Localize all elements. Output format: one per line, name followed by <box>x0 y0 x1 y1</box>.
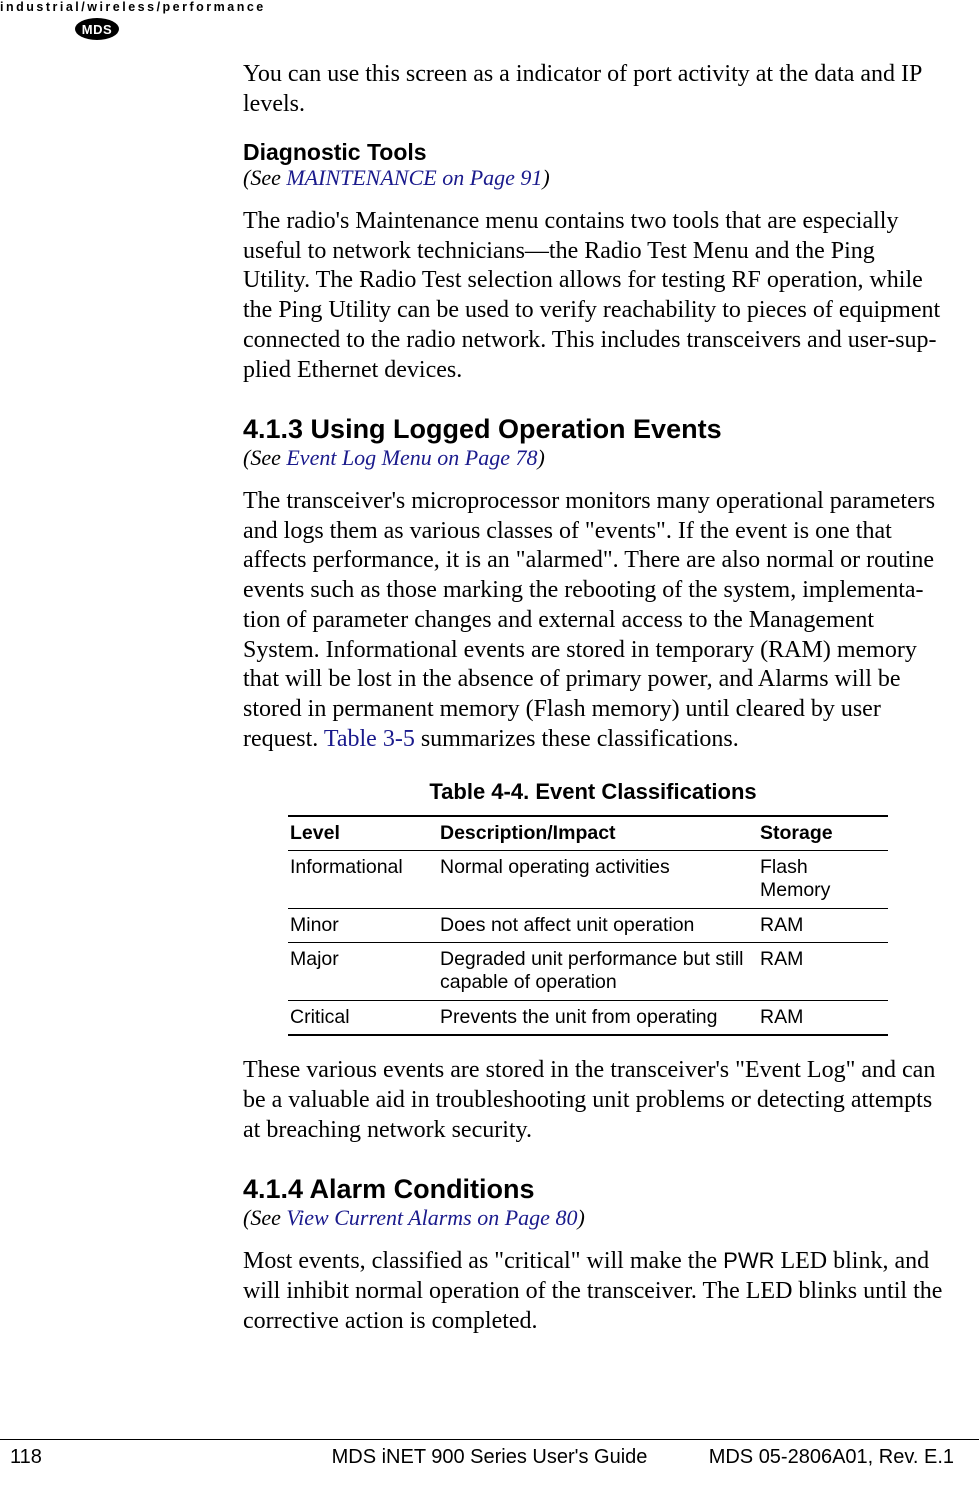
footer-title: MDS iNET 900 Series User's Guide <box>0 1446 979 1469</box>
page: industrial/wireless/performance MDS You … <box>0 0 979 1503</box>
view-current-alarms-link[interactable]: View Current Alarms on Page 80 <box>286 1205 577 1230</box>
cell-storage: Flash Memory <box>758 850 888 908</box>
body-part1: The transceiver's microprocessor monitor… <box>243 488 935 752</box>
header-tagline: industrial/wireless/performance <box>0 0 266 14</box>
body-part2: summarizes these classifications. <box>415 726 739 752</box>
cell-desc: Does not affect unit operation <box>438 908 758 942</box>
mds-logo: MDS <box>75 18 119 40</box>
section-414-reference: (See View Current Alarms on Page 80) <box>243 1205 943 1231</box>
ref-prefix: (See <box>243 445 286 470</box>
maintenance-link[interactable]: MAINTENANCE on Page 91 <box>286 165 542 190</box>
table-row: Informational Normal operating activitie… <box>288 850 888 908</box>
th-storage: Storage <box>758 816 888 851</box>
diagnostic-tools-reference: (See MAINTENANCE on Page 91) <box>243 165 943 191</box>
after-table-paragraph: These various events are stored in the t… <box>243 1056 943 1145</box>
section-413-reference: (See Event Log Menu on Page 78) <box>243 445 943 471</box>
ref-suffix: ) <box>577 1205 584 1230</box>
body-part1: Most events, classified as "critical" wi… <box>243 1248 723 1274</box>
table-row: Critical Prevents the unit from operatin… <box>288 1000 888 1035</box>
logo-ellipse-icon: MDS <box>75 18 119 40</box>
table-row: Major Degraded unit performance but stil… <box>288 942 888 1000</box>
cell-desc: Degraded unit performance but still capa… <box>438 942 758 1000</box>
cell-level: Critical <box>288 1000 438 1035</box>
cell-level: Informational <box>288 850 438 908</box>
page-footer: MDS iNET 900 Series User's Guide 118 MDS… <box>0 1439 979 1469</box>
table-header-row: Level Description/Impact Storage <box>288 816 888 851</box>
content-area: You can use this screen as a indicator o… <box>243 60 943 1356</box>
diagnostic-tools-body: The radio's Maintenance menu contains tw… <box>243 207 943 386</box>
logo-text: MDS <box>82 22 112 37</box>
cell-storage: RAM <box>758 1000 888 1035</box>
ref-suffix: ) <box>542 165 549 190</box>
cell-level: Major <box>288 942 438 1000</box>
th-level: Level <box>288 816 438 851</box>
th-description: Description/Impact <box>438 816 758 851</box>
section-414-heading: 4.1.4 Alarm Conditions <box>243 1175 943 1205</box>
cell-storage: RAM <box>758 908 888 942</box>
cell-desc: Normal operating activities <box>438 850 758 908</box>
cell-storage: RAM <box>758 942 888 1000</box>
cell-level: Minor <box>288 908 438 942</box>
section-413-heading: 4.1.3 Using Logged Operation Events <box>243 415 943 445</box>
table-row: Minor Does not affect unit operation RAM <box>288 908 888 942</box>
ref-suffix: ) <box>537 445 544 470</box>
table-3-5-link[interactable]: Table 3-5 <box>324 726 415 752</box>
event-classifications-table: Level Description/Impact Storage Informa… <box>288 815 888 1036</box>
ref-prefix: (See <box>243 1205 286 1230</box>
ref-prefix: (See <box>243 165 286 190</box>
pwr-led-text: PWR <box>723 1248 774 1273</box>
table-caption: Table 4-4. Event Classifications <box>243 779 943 805</box>
section-413-body: The transceiver's microprocessor monitor… <box>243 487 943 755</box>
diagnostic-tools-heading: Diagnostic Tools <box>243 140 943 165</box>
intro-paragraph: You can use this screen as a indicator o… <box>243 60 943 120</box>
event-log-menu-link[interactable]: Event Log Menu on Page 78 <box>286 445 537 470</box>
section-414-body: Most events, classified as "critical" wi… <box>243 1247 943 1336</box>
cell-desc: Prevents the unit from operating <box>438 1000 758 1035</box>
